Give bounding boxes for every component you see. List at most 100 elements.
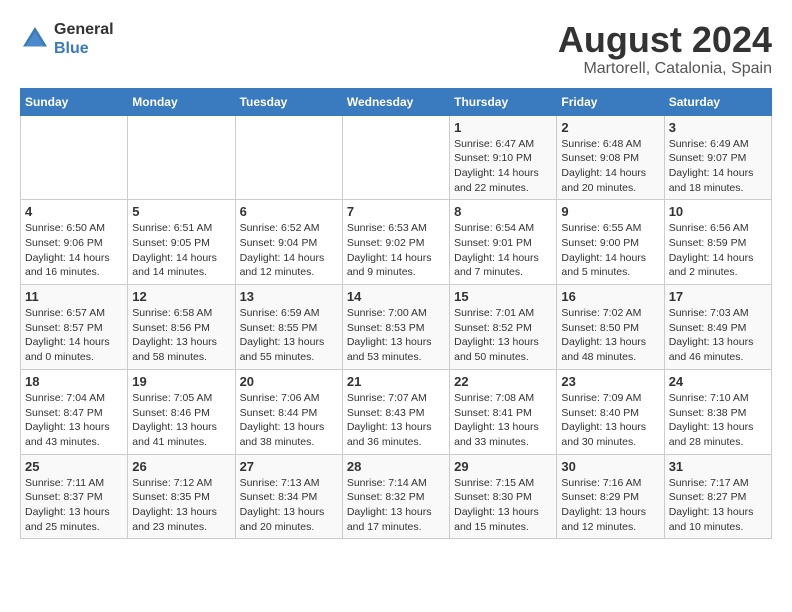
day-number: 25 [25, 459, 123, 474]
calendar-cell: 25Sunrise: 7:11 AMSunset: 8:37 PMDayligh… [21, 454, 128, 539]
day-number: 18 [25, 374, 123, 389]
logo: General Blue [20, 20, 114, 58]
day-number: 3 [669, 120, 767, 135]
calendar-cell: 13 Sunrise: 6:59 AMSunset: 8:55 PMDayligh… [235, 285, 342, 370]
logo-icon [20, 24, 50, 54]
day-number: 23 [561, 374, 659, 389]
day-info: Sunrise: 7:05 AMSunset: 8:46 PMDaylight:… [132, 391, 230, 450]
calendar-table: SundayMondayTuesdayWednesdayThursdayFrid… [20, 88, 772, 540]
day-info: Sunrise: 6:56 AMSunset: 8:59 PMDaylight:… [669, 221, 767, 280]
day-info: Sunrise: 7:04 AMSunset: 8:47 PMDaylight:… [25, 391, 123, 450]
calendar-week-row: 18 Sunrise: 7:04 AMSunset: 8:47 PMDayligh… [21, 369, 772, 454]
weekday-header: Wednesday [342, 88, 449, 115]
day-number: 5 [132, 204, 230, 219]
logo-text: General Blue [54, 20, 114, 58]
calendar-week-row: 4 Sunrise: 6:50 AMSunset: 9:06 PMDaylight… [21, 200, 772, 285]
day-info: Sunrise: 7:17 AMSunset: 8:27 PMDaylight:… [669, 476, 767, 535]
day-info: Sunrise: 7:10 AMSunset: 8:38 PMDaylight:… [669, 391, 767, 450]
calendar-cell: 7 Sunrise: 6:53 AMSunset: 9:02 PMDaylight… [342, 200, 449, 285]
day-info: Sunrise: 7:03 AMSunset: 8:49 PMDaylight:… [669, 306, 767, 365]
calendar-cell [235, 115, 342, 200]
day-info: Sunrise: 6:59 AMSunset: 8:55 PMDaylight:… [240, 306, 338, 365]
day-number: 31 [669, 459, 767, 474]
weekday-header: Saturday [664, 88, 771, 115]
calendar-cell: 30Sunrise: 7:16 AMSunset: 8:29 PMDayligh… [557, 454, 664, 539]
day-info: Sunrise: 7:14 AMSunset: 8:32 PMDaylight:… [347, 476, 445, 535]
day-number: 2 [561, 120, 659, 135]
day-number: 6 [240, 204, 338, 219]
weekday-header: Monday [128, 88, 235, 115]
month-title: August 2024 [558, 20, 772, 60]
calendar-cell: 14Sunrise: 7:00 AMSunset: 8:53 PMDayligh… [342, 285, 449, 370]
calendar-cell: 10 Sunrise: 6:56 AMSunset: 8:59 PMDayligh… [664, 200, 771, 285]
calendar-cell: 31 Sunrise: 7:17 AMSunset: 8:27 PMDayligh… [664, 454, 771, 539]
calendar-cell: 4 Sunrise: 6:50 AMSunset: 9:06 PMDaylight… [21, 200, 128, 285]
location-title: Martorell, Catalonia, Spain [558, 60, 772, 78]
day-number: 8 [454, 204, 552, 219]
calendar-cell [128, 115, 235, 200]
calendar-cell: 9Sunrise: 6:55 AMSunset: 9:00 PMDaylight… [557, 200, 664, 285]
calendar-cell: 5Sunrise: 6:51 AMSunset: 9:05 PMDaylight… [128, 200, 235, 285]
day-number: 21 [347, 374, 445, 389]
calendar-header: SundayMondayTuesdayWednesdayThursdayFrid… [21, 88, 772, 115]
weekday-header: Thursday [450, 88, 557, 115]
calendar-cell: 11 Sunrise: 6:57 AMSunset: 8:57 PMDayligh… [21, 285, 128, 370]
calendar-cell: 15 Sunrise: 7:01 AMSunset: 8:52 PMDayligh… [450, 285, 557, 370]
calendar-body: 1 Sunrise: 6:47 AMSunset: 9:10 PMDaylight… [21, 115, 772, 539]
calendar-cell: 27Sunrise: 7:13 AMSunset: 8:34 PMDayligh… [235, 454, 342, 539]
day-number: 4 [25, 204, 123, 219]
day-info: Sunrise: 7:00 AMSunset: 8:53 PMDaylight:… [347, 306, 445, 365]
day-number: 30 [561, 459, 659, 474]
day-info: Sunrise: 6:48 AMSunset: 9:08 PMDaylight:… [561, 137, 659, 196]
title-block: August 2024 Martorell, Catalonia, Spain [558, 20, 772, 78]
day-number: 24 [669, 374, 767, 389]
day-info: Sunrise: 6:53 AMSunset: 9:02 PMDaylight:… [347, 221, 445, 280]
calendar-cell: 12Sunrise: 6:58 AMSunset: 8:56 PMDayligh… [128, 285, 235, 370]
day-info: Sunrise: 6:55 AMSunset: 9:00 PMDaylight:… [561, 221, 659, 280]
calendar-cell: 28 Sunrise: 7:14 AMSunset: 8:32 PMDayligh… [342, 454, 449, 539]
calendar-week-row: 1 Sunrise: 6:47 AMSunset: 9:10 PMDaylight… [21, 115, 772, 200]
day-number: 22 [454, 374, 552, 389]
day-number: 19 [132, 374, 230, 389]
calendar-cell: 22 Sunrise: 7:08 AMSunset: 8:41 PMDayligh… [450, 369, 557, 454]
weekday-header: Friday [557, 88, 664, 115]
day-info: Sunrise: 7:13 AMSunset: 8:34 PMDaylight:… [240, 476, 338, 535]
day-number: 13 [240, 289, 338, 304]
day-number: 10 [669, 204, 767, 219]
day-number: 1 [454, 120, 552, 135]
day-number: 28 [347, 459, 445, 474]
day-number: 26 [132, 459, 230, 474]
day-number: 7 [347, 204, 445, 219]
day-info: Sunrise: 7:08 AMSunset: 8:41 PMDaylight:… [454, 391, 552, 450]
day-info: Sunrise: 7:01 AMSunset: 8:52 PMDaylight:… [454, 306, 552, 365]
calendar-cell: 29 Sunrise: 7:15 AMSunset: 8:30 PMDayligh… [450, 454, 557, 539]
page-header: General Blue August 2024 Martorell, Cata… [20, 20, 772, 78]
calendar-cell: 26 Sunrise: 7:12 AMSunset: 8:35 PMDayligh… [128, 454, 235, 539]
calendar-cell: 18 Sunrise: 7:04 AMSunset: 8:47 PMDayligh… [21, 369, 128, 454]
calendar-cell [342, 115, 449, 200]
day-info: Sunrise: 6:50 AMSunset: 9:06 PMDaylight:… [25, 221, 123, 280]
day-info: Sunrise: 6:57 AMSunset: 8:57 PMDaylight:… [25, 306, 123, 365]
day-info: Sunrise: 6:54 AMSunset: 9:01 PMDaylight:… [454, 221, 552, 280]
calendar-cell: 23Sunrise: 7:09 AMSunset: 8:40 PMDayligh… [557, 369, 664, 454]
day-info: Sunrise: 6:58 AMSunset: 8:56 PMDaylight:… [132, 306, 230, 365]
weekday-row: SundayMondayTuesdayWednesdayThursdayFrid… [21, 88, 772, 115]
calendar-cell: 16Sunrise: 7:02 AMSunset: 8:50 PMDayligh… [557, 285, 664, 370]
calendar-cell: 19 Sunrise: 7:05 AMSunset: 8:46 PMDayligh… [128, 369, 235, 454]
day-info: Sunrise: 7:12 AMSunset: 8:35 PMDaylight:… [132, 476, 230, 535]
calendar-cell: 20 Sunrise: 7:06 AMSunset: 8:44 PMDayligh… [235, 369, 342, 454]
logo-blue: Blue [54, 39, 114, 58]
day-info: Sunrise: 7:02 AMSunset: 8:50 PMDaylight:… [561, 306, 659, 365]
calendar-cell: 8 Sunrise: 6:54 AMSunset: 9:01 PMDaylight… [450, 200, 557, 285]
calendar-cell: 2 Sunrise: 6:48 AMSunset: 9:08 PMDaylight… [557, 115, 664, 200]
day-info: Sunrise: 6:52 AMSunset: 9:04 PMDaylight:… [240, 221, 338, 280]
day-number: 29 [454, 459, 552, 474]
day-info: Sunrise: 7:06 AMSunset: 8:44 PMDaylight:… [240, 391, 338, 450]
day-number: 20 [240, 374, 338, 389]
calendar-cell: 3Sunrise: 6:49 AMSunset: 9:07 PMDaylight… [664, 115, 771, 200]
logo-general: General [54, 20, 114, 39]
day-number: 15 [454, 289, 552, 304]
day-number: 11 [25, 289, 123, 304]
day-info: Sunrise: 6:47 AMSunset: 9:10 PMDaylight:… [454, 137, 552, 196]
day-info: Sunrise: 7:15 AMSunset: 8:30 PMDaylight:… [454, 476, 552, 535]
